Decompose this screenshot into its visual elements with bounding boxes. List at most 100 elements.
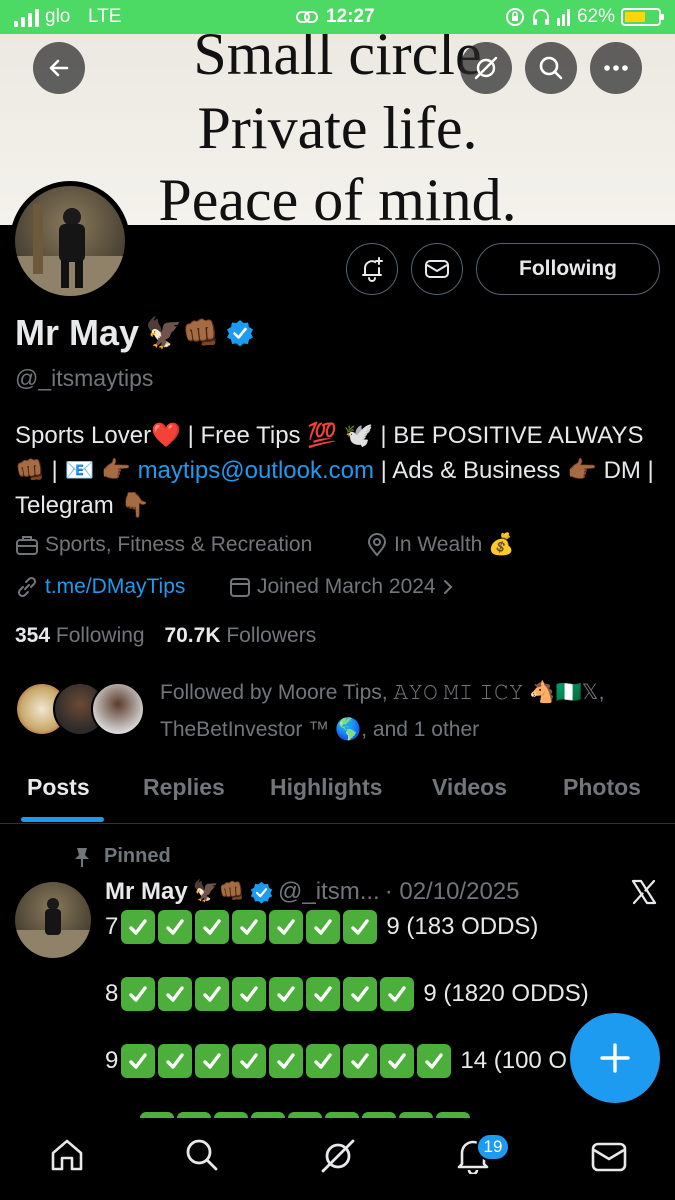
post-line-suffix: 9 (1820 ODDS) xyxy=(423,980,589,1007)
notify-button[interactable] xyxy=(346,243,398,295)
post-author-avatar[interactable] xyxy=(15,882,91,958)
profile-link[interactable]: t.me/DMayTips xyxy=(45,575,185,599)
envelope-icon[interactable] xyxy=(590,1140,628,1174)
verified-badge-icon xyxy=(250,881,273,904)
check-mark-icon xyxy=(380,977,415,1011)
pinned-label: Pinned xyxy=(104,845,171,867)
bio-email-link[interactable]: maytips@outlook.com xyxy=(138,457,374,484)
check-mark-icon xyxy=(232,910,267,944)
home-icon[interactable] xyxy=(48,1136,86,1174)
link-chain-icon xyxy=(17,576,37,598)
check-mark-icon xyxy=(195,977,230,1011)
rotation-lock-icon xyxy=(505,8,524,26)
chevron-right-icon xyxy=(443,580,453,594)
post-author-handle[interactable]: @_itsm... xyxy=(278,878,380,906)
status-bar: glo LTE 12:27 62% xyxy=(0,0,675,34)
plus-icon xyxy=(600,1043,630,1073)
signal-small-icon xyxy=(556,9,570,26)
profile-link-row: t.me/DMayTips xyxy=(15,575,185,599)
battery-percent: 62% xyxy=(576,6,615,27)
check-mark-icon xyxy=(121,910,156,944)
location-pin-icon xyxy=(367,533,387,557)
followers-link[interactable]: 70.7K Followers xyxy=(164,624,316,647)
tab-replies[interactable]: Replies xyxy=(143,774,225,801)
check-mark-icon xyxy=(158,1044,193,1078)
calendar-icon xyxy=(230,578,250,597)
bell-plus-icon xyxy=(362,257,383,282)
profile-joined[interactable]: Joined March 2024 xyxy=(229,575,454,599)
followed-by-text[interactable]: Followed by Moore Tips, 𝙰𝚈𝙾 𝙼𝙸 𝙸𝙲𝚈 🐴🇳🇬𝕏,… xyxy=(160,674,660,748)
grok-button[interactable] xyxy=(460,42,512,94)
post-line-prefix: 8 xyxy=(105,980,119,1007)
following-button[interactable]: Following xyxy=(476,243,660,295)
banner-line-2: Private life. xyxy=(197,95,478,161)
battery-icon xyxy=(621,8,664,26)
verified-badge-icon xyxy=(226,320,253,347)
tab-highlights[interactable]: Highlights xyxy=(270,774,382,801)
check-mark-icon xyxy=(343,1044,378,1078)
tab-posts[interactable]: Posts xyxy=(27,774,90,801)
check-mark-icon xyxy=(158,977,193,1011)
arrow-left-icon xyxy=(49,59,69,77)
check-mark-icon xyxy=(306,910,341,944)
following-count: 354 xyxy=(15,624,51,647)
check-mark-icon xyxy=(195,910,230,944)
check-mark-icon xyxy=(195,1044,230,1078)
post-line-prefix: 7 xyxy=(105,913,119,940)
check-mark-icon xyxy=(269,910,304,944)
message-button[interactable] xyxy=(411,243,463,295)
link-icon xyxy=(296,11,318,23)
post-line-1: 7 9 (183 ODDS) xyxy=(105,910,538,944)
profile-avatar[interactable] xyxy=(10,181,130,301)
profile-handle: @_itsmaytips xyxy=(15,365,154,391)
post-date[interactable]: · 02/10/2025 xyxy=(385,878,520,906)
check-mark-icon xyxy=(269,1044,304,1078)
tab-photos[interactable]: Photos xyxy=(563,774,641,801)
post-line-suffix: 14 (100 O xyxy=(460,1047,568,1074)
post-line-3: 9 14 (100 O xyxy=(105,1044,567,1078)
name-emoji: 🦅👊🏾 xyxy=(145,316,220,350)
follower-avatar-3 xyxy=(91,682,145,736)
check-mark-icon xyxy=(343,977,378,1011)
followed-by-avatars[interactable] xyxy=(15,682,145,736)
check-mark-icon xyxy=(269,977,304,1011)
post-line-prefix: 9 xyxy=(105,1047,119,1074)
grok-icon xyxy=(474,56,498,80)
compose-button[interactable] xyxy=(570,1013,660,1103)
check-mark-icon xyxy=(306,977,341,1011)
search-icon[interactable] xyxy=(183,1136,221,1174)
check-mark-icon xyxy=(380,1044,415,1078)
following-link[interactable]: 354 Following xyxy=(15,624,145,647)
signal-icon xyxy=(14,9,39,27)
back-button[interactable] xyxy=(33,42,85,94)
x-logo-icon[interactable] xyxy=(630,878,658,906)
grok-icon[interactable] xyxy=(318,1136,358,1176)
check-mark-icon xyxy=(343,910,378,944)
headphones-icon xyxy=(532,9,549,25)
profile-name-row: Mr May 🦅👊🏾 xyxy=(15,312,254,354)
check-mark-icon xyxy=(306,1044,341,1078)
briefcase-icon xyxy=(16,536,38,555)
clock: 12:27 xyxy=(326,6,375,27)
bottom-navigation xyxy=(0,1118,675,1200)
carrier-label: glo xyxy=(45,6,71,27)
check-mark-icon xyxy=(232,977,267,1011)
category-label: Sports, Fitness & Recreation xyxy=(45,533,313,556)
search-button[interactable] xyxy=(525,42,577,94)
pinned-indicator: Pinned xyxy=(72,845,171,868)
profile-category: Sports, Fitness & Recreation xyxy=(15,533,312,557)
more-button[interactable] xyxy=(590,42,642,94)
post-author-name[interactable]: Mr May xyxy=(105,878,188,906)
follow-counts: 354 Following 70.7K Followers xyxy=(15,624,316,648)
joined-label: Joined March 2024 xyxy=(257,575,436,598)
post-line-2: 8 9 (1820 ODDS) xyxy=(105,977,589,1011)
profile-location: In Wealth 💰 xyxy=(366,533,514,557)
check-mark-icon xyxy=(121,977,156,1011)
check-mark-icon xyxy=(158,910,193,944)
tab-videos[interactable]: Videos xyxy=(432,774,507,801)
post-header: Mr May 🦅👊🏾 @_itsm... · 02/10/2025 xyxy=(105,878,519,906)
check-mark-icon xyxy=(232,1044,267,1078)
notifications-badge: 19 xyxy=(476,1133,510,1161)
active-tab-indicator xyxy=(21,817,104,822)
profile-tabs: Posts Replies Highlights Videos Photos xyxy=(0,770,675,824)
